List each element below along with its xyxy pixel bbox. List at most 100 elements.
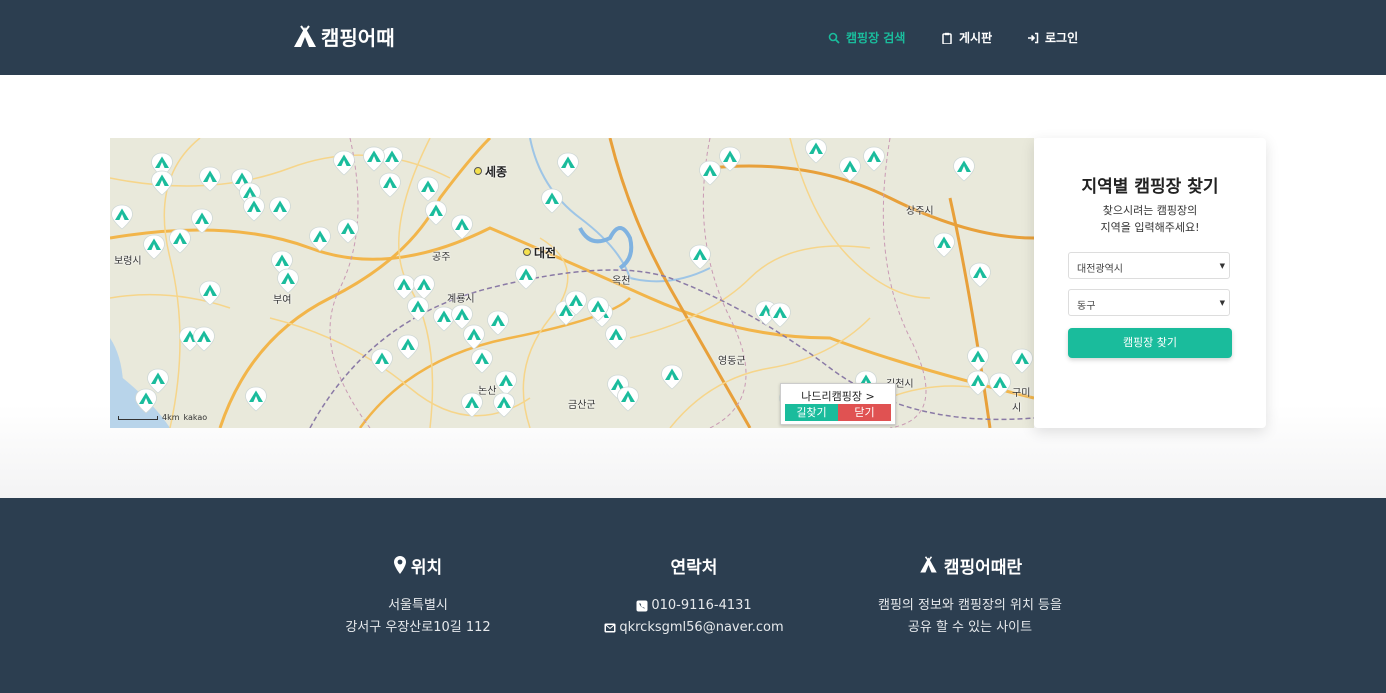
footer-email-text: qkrcksgml56@naver.com bbox=[619, 620, 784, 635]
campsite-marker-icon[interactable] bbox=[540, 188, 564, 214]
nav-label: 캠핑장 검색 bbox=[846, 31, 906, 45]
campsite-marker-icon[interactable] bbox=[110, 204, 134, 230]
campsite-marker-icon[interactable] bbox=[688, 244, 712, 270]
campsite-popup[interactable]: 나드리캠핑장 > 길찾기 닫기 bbox=[780, 383, 896, 425]
campsite-marker-icon[interactable] bbox=[556, 152, 580, 178]
campsite-marker-icon[interactable] bbox=[378, 172, 402, 198]
campsite-marker-icon[interactable] bbox=[462, 324, 486, 350]
campsite-marker-icon[interactable] bbox=[406, 296, 430, 322]
region-select-value: 대전광역시 bbox=[1077, 264, 1123, 275]
district-select-value: 동구 bbox=[1077, 301, 1096, 312]
footer-location: 위치 서울특별시 강서구 우장산로10길 112 bbox=[288, 553, 548, 639]
campsite-marker-icon[interactable] bbox=[1010, 348, 1034, 374]
footer-address-line: 서울특별시 bbox=[388, 598, 448, 613]
footer-phone[interactable]: 010-9116-4131 bbox=[564, 595, 824, 617]
campsite-marker-icon[interactable] bbox=[242, 196, 266, 222]
campsite-marker-icon[interactable] bbox=[486, 310, 510, 336]
campsite-marker-icon[interactable] bbox=[192, 326, 216, 352]
footer-phone-text: 010-9116-4131 bbox=[651, 598, 752, 613]
campsite-marker-icon[interactable] bbox=[514, 264, 538, 290]
campsite-marker-icon[interactable] bbox=[308, 226, 332, 252]
brand-name: 캠핑어때 bbox=[321, 26, 395, 50]
nav-label: 게시판 bbox=[959, 31, 993, 45]
campsite-marker-icon[interactable] bbox=[988, 372, 1012, 398]
find-campsite-button[interactable]: 캠핑장 찾기 bbox=[1068, 328, 1232, 358]
region-search-card: 지역별 캠핑장 찾기 찾으시려는 캠핑장의 지역을 입력해주세요! 대전광역시 … bbox=[1034, 138, 1266, 428]
campsite-marker-icon[interactable] bbox=[838, 156, 862, 182]
campsite-marker-icon[interactable] bbox=[362, 146, 386, 172]
campsite-marker-icon[interactable] bbox=[424, 200, 448, 226]
phone-icon bbox=[636, 600, 648, 612]
chevron-down-icon: ▼ bbox=[1219, 299, 1225, 307]
campsite-marker-icon[interactable] bbox=[660, 364, 684, 390]
kakao-map[interactable]: 세종 대전 보령시 부여 계룡시 공주 옥천 영동군 금산군 상주시 김천시 논… bbox=[110, 138, 1034, 428]
nav-camp-search[interactable]: 캠핑장 검색 bbox=[828, 29, 905, 46]
campsite-marker-icon[interactable] bbox=[450, 214, 474, 240]
campsite-marker-icon[interactable] bbox=[804, 138, 828, 164]
map-scale-bar bbox=[118, 415, 158, 420]
campsite-marker-icon[interactable] bbox=[966, 370, 990, 396]
campsite-marker-icon[interactable] bbox=[616, 386, 640, 412]
envelope-icon bbox=[604, 623, 616, 633]
campsite-marker-icon[interactable] bbox=[142, 234, 166, 260]
chevron-down-icon: ▼ bbox=[1219, 262, 1225, 270]
directions-button[interactable]: 길찾기 bbox=[785, 404, 838, 421]
campsite-marker-icon[interactable] bbox=[604, 324, 628, 350]
campground-icon bbox=[294, 24, 316, 47]
footer-about: 캠핑어때란 캠핑의 정보와 캠핑장의 위치 등을 공유 할 수 있는 사이트 bbox=[840, 553, 1100, 639]
footer: 위치 서울특별시 강서구 우장산로10길 112 연락처 010-9116-41… bbox=[0, 498, 1386, 693]
map-label-boryeong: 보령시 bbox=[114, 256, 142, 267]
campsite-marker-icon[interactable] bbox=[396, 334, 420, 360]
kakao-logo: kakao bbox=[183, 413, 208, 422]
campsite-marker-icon[interactable] bbox=[952, 156, 976, 182]
campsite-marker-icon[interactable] bbox=[470, 348, 494, 374]
map-label-gyeryong: 계룡시 bbox=[447, 294, 475, 305]
campsite-marker-icon[interactable] bbox=[586, 296, 610, 322]
campsite-marker-icon[interactable] bbox=[492, 392, 516, 418]
campsite-marker-icon[interactable] bbox=[718, 146, 742, 172]
search-desc-line: 지역을 입력해주세요! bbox=[1100, 221, 1200, 234]
footer-heading-text: 연락처 bbox=[670, 557, 718, 578]
footer-about-title: 캠핑어때란 bbox=[840, 553, 1100, 578]
campsite-marker-icon[interactable] bbox=[564, 290, 588, 316]
district-select[interactable]: 동구 ▼ bbox=[1068, 289, 1230, 316]
campsite-marker-icon[interactable] bbox=[190, 208, 214, 234]
campsite-marker-icon[interactable] bbox=[966, 346, 990, 372]
search-icon bbox=[828, 32, 840, 44]
brand-logo[interactable]: 캠핑어때 bbox=[292, 22, 395, 51]
campsite-marker-icon[interactable] bbox=[150, 170, 174, 196]
campsite-marker-icon[interactable] bbox=[768, 302, 792, 328]
footer-email[interactable]: qkrcksgml56@naver.com bbox=[564, 617, 824, 639]
campsite-marker-icon[interactable] bbox=[198, 280, 222, 306]
footer-contact: 연락처 010-9116-4131 qkrcksgml56@naver.com bbox=[564, 553, 824, 639]
campsite-marker-icon[interactable] bbox=[460, 392, 484, 418]
campsite-marker-icon[interactable] bbox=[932, 232, 956, 258]
footer-address-line: 강서구 우장산로10길 112 bbox=[345, 620, 491, 635]
map-label-okcheon: 옥천 bbox=[612, 276, 631, 287]
campsite-marker-icon[interactable] bbox=[276, 268, 300, 294]
campsite-marker-icon[interactable] bbox=[244, 386, 268, 412]
campground-icon bbox=[920, 556, 937, 573]
close-popup-button[interactable]: 닫기 bbox=[838, 404, 891, 421]
sign-in-icon bbox=[1028, 32, 1039, 43]
footer-about-line: 공유 할 수 있는 사이트 bbox=[907, 620, 1033, 635]
search-card-description: 찾으시려는 캠핑장의 지역을 입력해주세요! bbox=[1034, 202, 1266, 236]
map-marker-icon bbox=[393, 556, 406, 574]
search-card-title: 지역별 캠핑장 찾기 bbox=[1081, 177, 1219, 197]
nav-board[interactable]: 게시판 bbox=[941, 29, 992, 46]
map-label-daejeon: 대전 bbox=[523, 244, 556, 261]
nav-login[interactable]: 로그인 bbox=[1027, 29, 1078, 46]
footer-about-line: 캠핑의 정보와 캠핑장의 위치 등을 bbox=[878, 598, 1062, 613]
campsite-marker-icon[interactable] bbox=[416, 176, 440, 202]
campsite-marker-icon[interactable] bbox=[134, 388, 158, 414]
campsite-marker-icon[interactable] bbox=[332, 150, 356, 176]
campsite-marker-icon[interactable] bbox=[198, 166, 222, 192]
campsite-marker-icon[interactable] bbox=[336, 218, 360, 244]
campsite-marker-icon[interactable] bbox=[862, 146, 886, 172]
campsite-marker-icon[interactable] bbox=[370, 348, 394, 374]
campsite-marker-icon[interactable] bbox=[268, 196, 292, 222]
campsite-marker-icon[interactable] bbox=[968, 262, 992, 288]
campsite-marker-icon[interactable] bbox=[168, 228, 192, 254]
popup-title[interactable]: 나드리캠핑장 > bbox=[781, 384, 895, 404]
region-select[interactable]: 대전광역시 ▼ bbox=[1068, 252, 1230, 279]
